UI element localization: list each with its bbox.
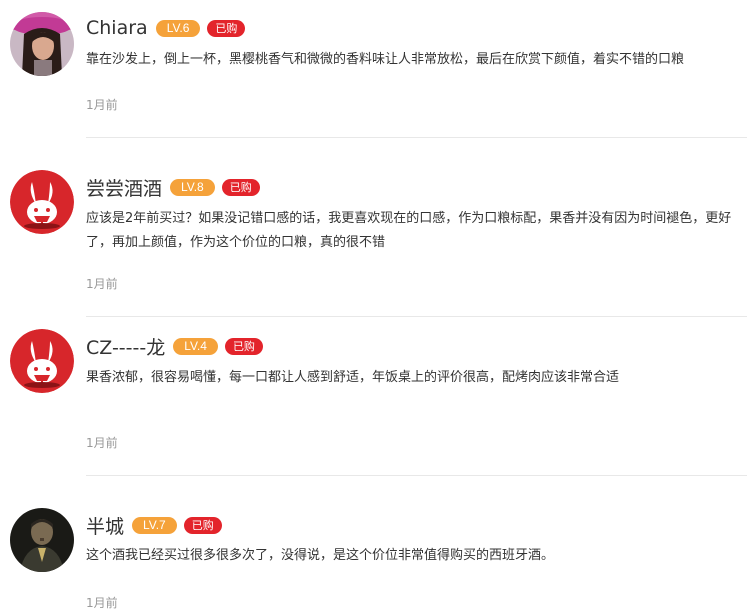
divider xyxy=(86,137,747,138)
username[interactable]: 半城 xyxy=(86,512,124,539)
review-header: 尝尝酒酒 LV.8 已购 xyxy=(86,173,260,201)
review-time: 1月前 xyxy=(86,277,118,291)
woman-portrait-icon xyxy=(10,12,74,76)
review-item: Chiara LV.6 已购 靠在沙发上，倒上一杯，黑樱桃香气和微微的香料味让人… xyxy=(0,0,747,159)
rabbit-logo-icon xyxy=(10,329,74,393)
review-header: 半城 LV.7 已购 xyxy=(86,511,222,539)
purchased-badge: 已购 xyxy=(224,337,263,355)
man-portrait-icon xyxy=(10,508,74,572)
purchased-badge: 已购 xyxy=(183,516,222,534)
review-header: Chiara LV.6 已购 xyxy=(86,14,246,42)
level-badge: LV.7 xyxy=(132,516,177,534)
user-avatar[interactable] xyxy=(10,329,74,393)
level-badge: LV.6 xyxy=(155,19,201,37)
user-avatar[interactable] xyxy=(10,170,74,234)
review-text: 靠在沙发上，倒上一杯，黑樱桃香气和微微的香料味让人非常放松，最后在欣赏下颜值，着… xyxy=(86,52,685,67)
username[interactable]: 尝尝酒酒 xyxy=(86,174,162,201)
review-text: 果香浓郁，很容易喝懂，每一口都让人感到舒适，年饭桌上的评价很高，配烤肉应该非常合… xyxy=(86,370,620,385)
purchased-badge: 已购 xyxy=(207,19,246,37)
review-header: CZ-----龙 LV.4 已购 xyxy=(86,332,263,360)
user-avatar[interactable] xyxy=(10,12,74,76)
divider xyxy=(86,475,747,476)
review-item: 尝尝酒酒 LV.8 已购 应该是2年前买过？如果没记错口感的话，我更喜欢现在的口… xyxy=(0,159,747,318)
review-text: 应该是2年前买过？如果没记错口感的话，我更喜欢现在的口感，作为口粮标配，果香并没… xyxy=(86,211,732,250)
level-badge: LV.8 xyxy=(170,178,215,196)
level-badge: LV.4 xyxy=(173,337,218,355)
rabbit-logo-icon xyxy=(10,170,74,234)
divider xyxy=(86,316,747,317)
review-item: CZ-----龙 LV.4 已购 果香浓郁，很容易喝懂，每一口都让人感到舒适，年… xyxy=(0,318,747,477)
review-item: 半城 LV.7 已购 这个酒我已经买过很多很多次了，没得说，是这个价位非常值得购… xyxy=(0,477,747,615)
review-time: 1月前 xyxy=(86,98,118,112)
username[interactable]: Chiara xyxy=(86,17,148,39)
username[interactable]: CZ-----龙 xyxy=(86,333,165,360)
review-text: 这个酒我已经买过很多很多次了，没得说，是这个价位非常值得购买的西班牙酒。 xyxy=(86,548,555,563)
user-avatar[interactable] xyxy=(10,508,74,572)
review-time: 1月前 xyxy=(86,596,118,610)
review-time: 1月前 xyxy=(86,436,118,450)
purchased-badge: 已购 xyxy=(221,178,260,196)
